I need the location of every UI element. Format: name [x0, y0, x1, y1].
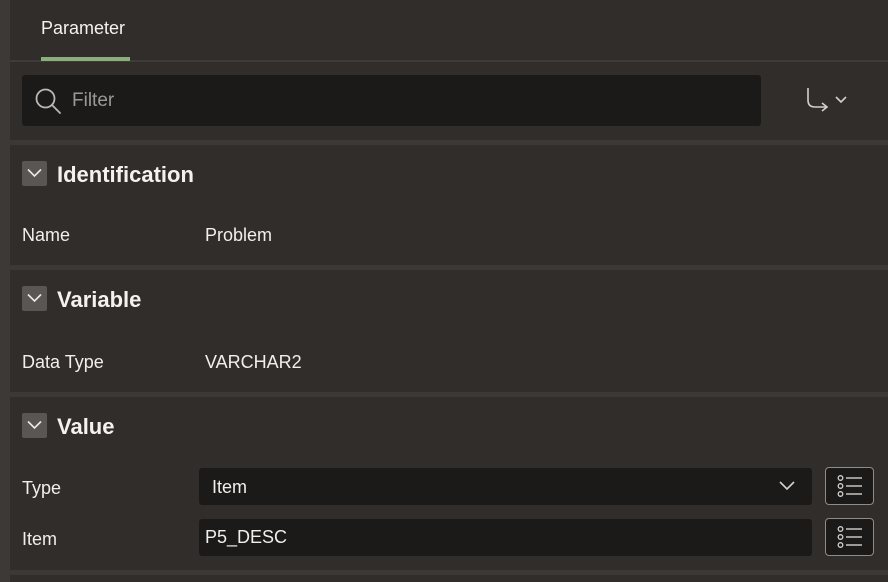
list-of-values-icon [837, 526, 862, 548]
filter-toolbar [10, 62, 888, 140]
item-list-of-values-button[interactable] [825, 518, 874, 556]
section-header-value: Value [10, 397, 888, 457]
active-tab-indicator [41, 57, 130, 61]
list-of-values-icon [837, 475, 862, 497]
data-type-value[interactable]: VARCHAR2 [205, 352, 302, 373]
section-title: Value [57, 414, 115, 439]
item-label: Item [22, 529, 58, 549]
data-type-label: Data Type [22, 352, 104, 372]
type-label: Type [22, 478, 62, 498]
chevron-down-icon [27, 420, 42, 430]
type-select[interactable]: Item [199, 468, 812, 505]
collapse-variable-button[interactable] [22, 286, 47, 311]
left-border-strip [0, 0, 10, 582]
section-header-identification: Identification [10, 145, 888, 205]
go-to-group-button[interactable] [796, 82, 856, 120]
property-editor-panel: Parameter Identification Name [10, 0, 888, 582]
type-list-of-values-button[interactable] [825, 467, 874, 505]
go-to-group-icon [807, 88, 847, 112]
name-label: Name [22, 225, 71, 245]
section-title: Identification [57, 162, 194, 187]
item-input[interactable] [205, 519, 795, 556]
search-icon [35, 88, 61, 114]
name-value[interactable]: Problem [205, 225, 272, 246]
tab-bar: Parameter [10, 0, 888, 62]
item-field[interactable] [199, 519, 812, 556]
section-header-variable: Variable [10, 270, 888, 330]
collapse-identification-button[interactable] [22, 161, 47, 186]
chevron-down-icon [27, 293, 42, 303]
chevron-down-icon [27, 168, 42, 178]
filter-input[interactable] [72, 75, 752, 126]
chevron-down-icon [779, 481, 795, 491]
section-title: Variable [57, 287, 142, 312]
tab-parameter[interactable]: Parameter [41, 18, 125, 39]
section-separator [10, 570, 888, 575]
type-select-value: Item [212, 477, 248, 497]
collapse-value-button[interactable] [22, 413, 47, 438]
filter-field[interactable] [22, 75, 761, 126]
